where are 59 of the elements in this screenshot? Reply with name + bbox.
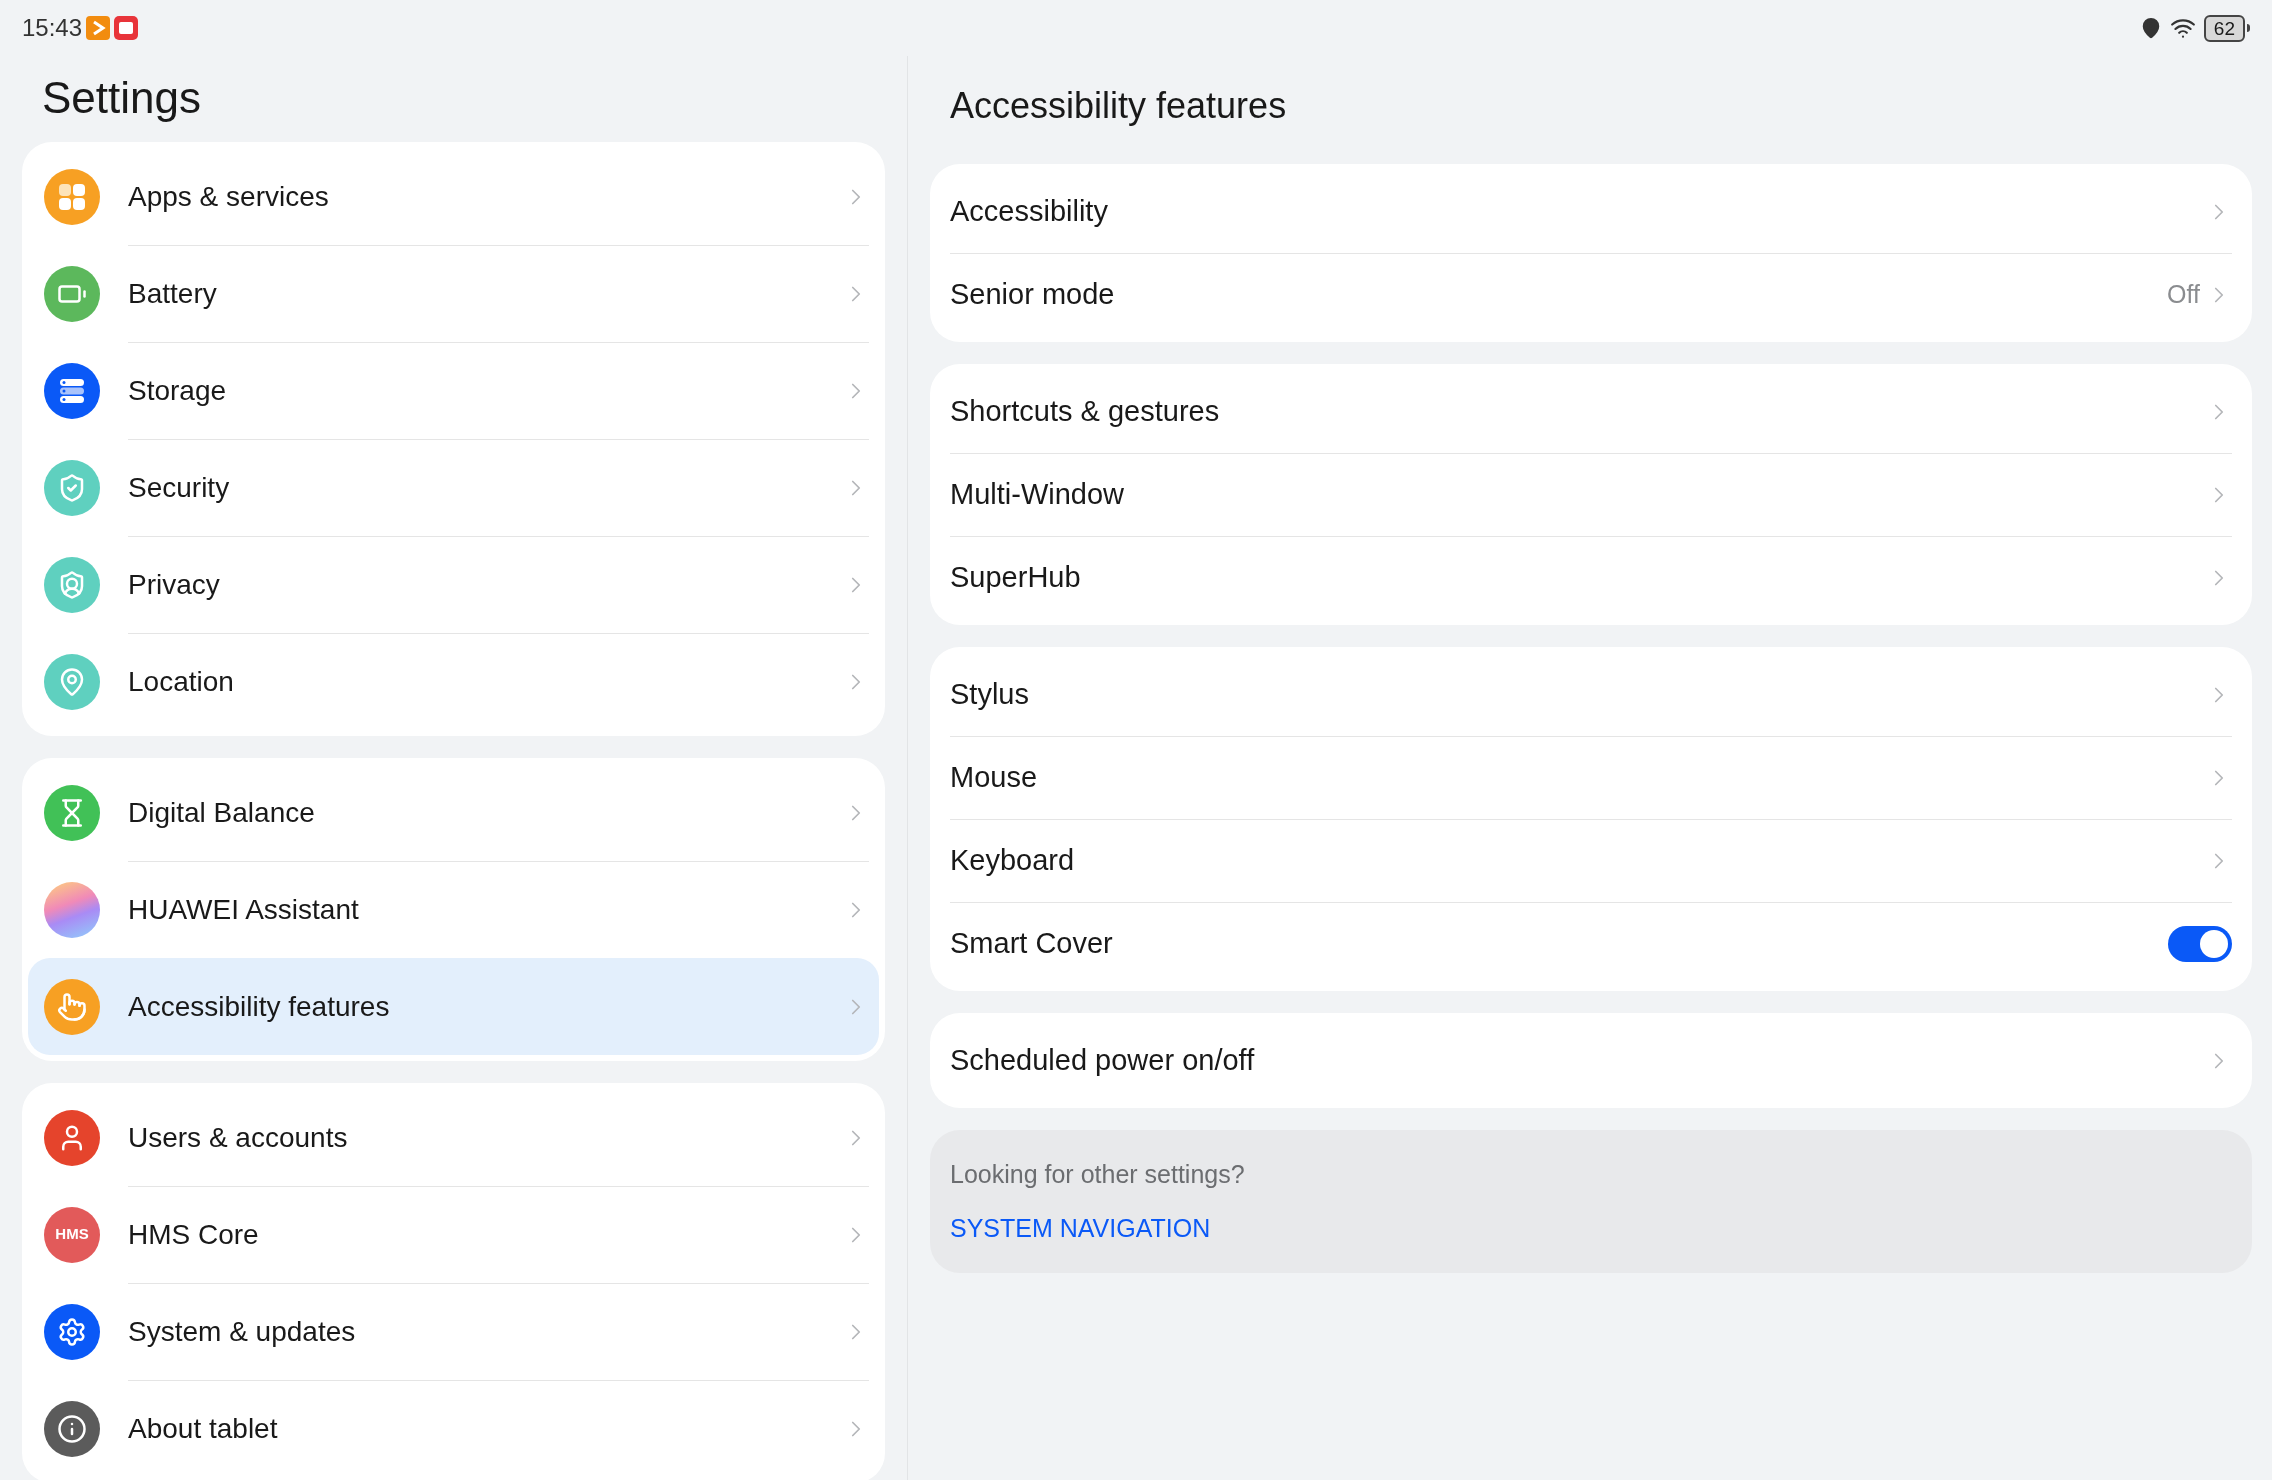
row-label: Security bbox=[128, 471, 231, 505]
settings-row[interactable]: Senior mode Off bbox=[950, 253, 2232, 336]
row-label: Digital Balance bbox=[128, 795, 316, 830]
settings-row[interactable]: Mouse bbox=[950, 736, 2232, 819]
icon-label: HMS bbox=[55, 1224, 89, 1245]
settings-row[interactable]: Multi-Window bbox=[950, 453, 2232, 536]
row-label: Storage bbox=[128, 374, 228, 408]
row-label: Apps & services bbox=[128, 179, 330, 214]
row-label: Multi-Window bbox=[950, 477, 1126, 513]
settings-row[interactable]: Accessibility bbox=[950, 170, 2232, 253]
row-label: HMS Core bbox=[128, 1218, 260, 1252]
row-label: Scheduled power on/off bbox=[950, 1042, 1256, 1078]
row-label: Privacy bbox=[128, 568, 221, 602]
settings-row[interactable]: System & updates bbox=[28, 1283, 879, 1380]
settings-row[interactable]: Accessibility features bbox=[28, 958, 879, 1055]
settings-row[interactable]: Storage bbox=[28, 342, 879, 439]
settings-row[interactable]: About tablet bbox=[28, 1380, 879, 1477]
settings-row[interactable]: SuperHub bbox=[950, 536, 2232, 619]
detail-title: Accessibility features bbox=[949, 84, 1288, 128]
row-label: Keyboard bbox=[950, 843, 1076, 879]
row-label: Accessibility bbox=[950, 193, 1109, 229]
settings-row[interactable]: Privacy bbox=[28, 536, 879, 633]
system-navigation-link[interactable]: SYSTEM NAVIGATION bbox=[950, 1209, 1211, 1247]
page-title: Settings bbox=[41, 72, 202, 124]
apps-grid-icon bbox=[57, 181, 87, 212]
battery-indicator: 62 bbox=[2203, 14, 2245, 42]
info-icon bbox=[57, 1413, 87, 1444]
row-label: Users & accounts bbox=[128, 1120, 349, 1155]
settings-row[interactable]: Apps & services bbox=[28, 148, 879, 245]
row-label: Smart Cover bbox=[950, 926, 1114, 962]
settings-row[interactable]: Location bbox=[28, 633, 879, 730]
settings-row[interactable]: Security bbox=[28, 439, 879, 536]
status-time: 15:43 bbox=[22, 13, 83, 43]
row-label: Accessibility features bbox=[128, 989, 391, 1024]
settings-row[interactable]: Digital Balance bbox=[28, 764, 879, 861]
settings-row[interactable]: Keyboard bbox=[950, 819, 2232, 902]
settings-row[interactable]: Battery bbox=[28, 245, 879, 342]
settings-row[interactable]: Scheduled power on/off bbox=[950, 1019, 2232, 1102]
settings-row[interactable]: Users & accounts bbox=[28, 1089, 879, 1186]
play-notification-icon bbox=[86, 16, 111, 40]
pointing-hand-icon bbox=[57, 991, 87, 1022]
settings-icon bbox=[57, 1316, 87, 1347]
hint-text: Looking for other settings? bbox=[950, 1159, 1246, 1190]
row-label: Location bbox=[128, 665, 235, 699]
row-label: Mouse bbox=[950, 760, 1039, 796]
row-label: Shortcuts & gestures bbox=[950, 393, 1221, 429]
settings-row[interactable]: HMS HMS Core bbox=[28, 1186, 879, 1283]
settings-row[interactable]: Stylus bbox=[950, 653, 2232, 736]
row-label: HUAWEI Assistant bbox=[128, 893, 360, 927]
row-label: System & updates bbox=[128, 1315, 357, 1349]
row-label: Senior mode bbox=[950, 277, 1116, 313]
row-label: Battery bbox=[128, 277, 218, 311]
toggle-switch[interactable] bbox=[2168, 926, 2232, 962]
row-label: About tablet bbox=[128, 1412, 279, 1446]
settings-row[interactable]: Shortcuts & gestures bbox=[950, 370, 2232, 453]
row-label: SuperHub bbox=[950, 560, 1082, 596]
settings-row[interactable]: Smart Cover bbox=[950, 902, 2232, 985]
row-label: Stylus bbox=[950, 676, 1030, 712]
row-value: Off bbox=[2167, 279, 2200, 311]
